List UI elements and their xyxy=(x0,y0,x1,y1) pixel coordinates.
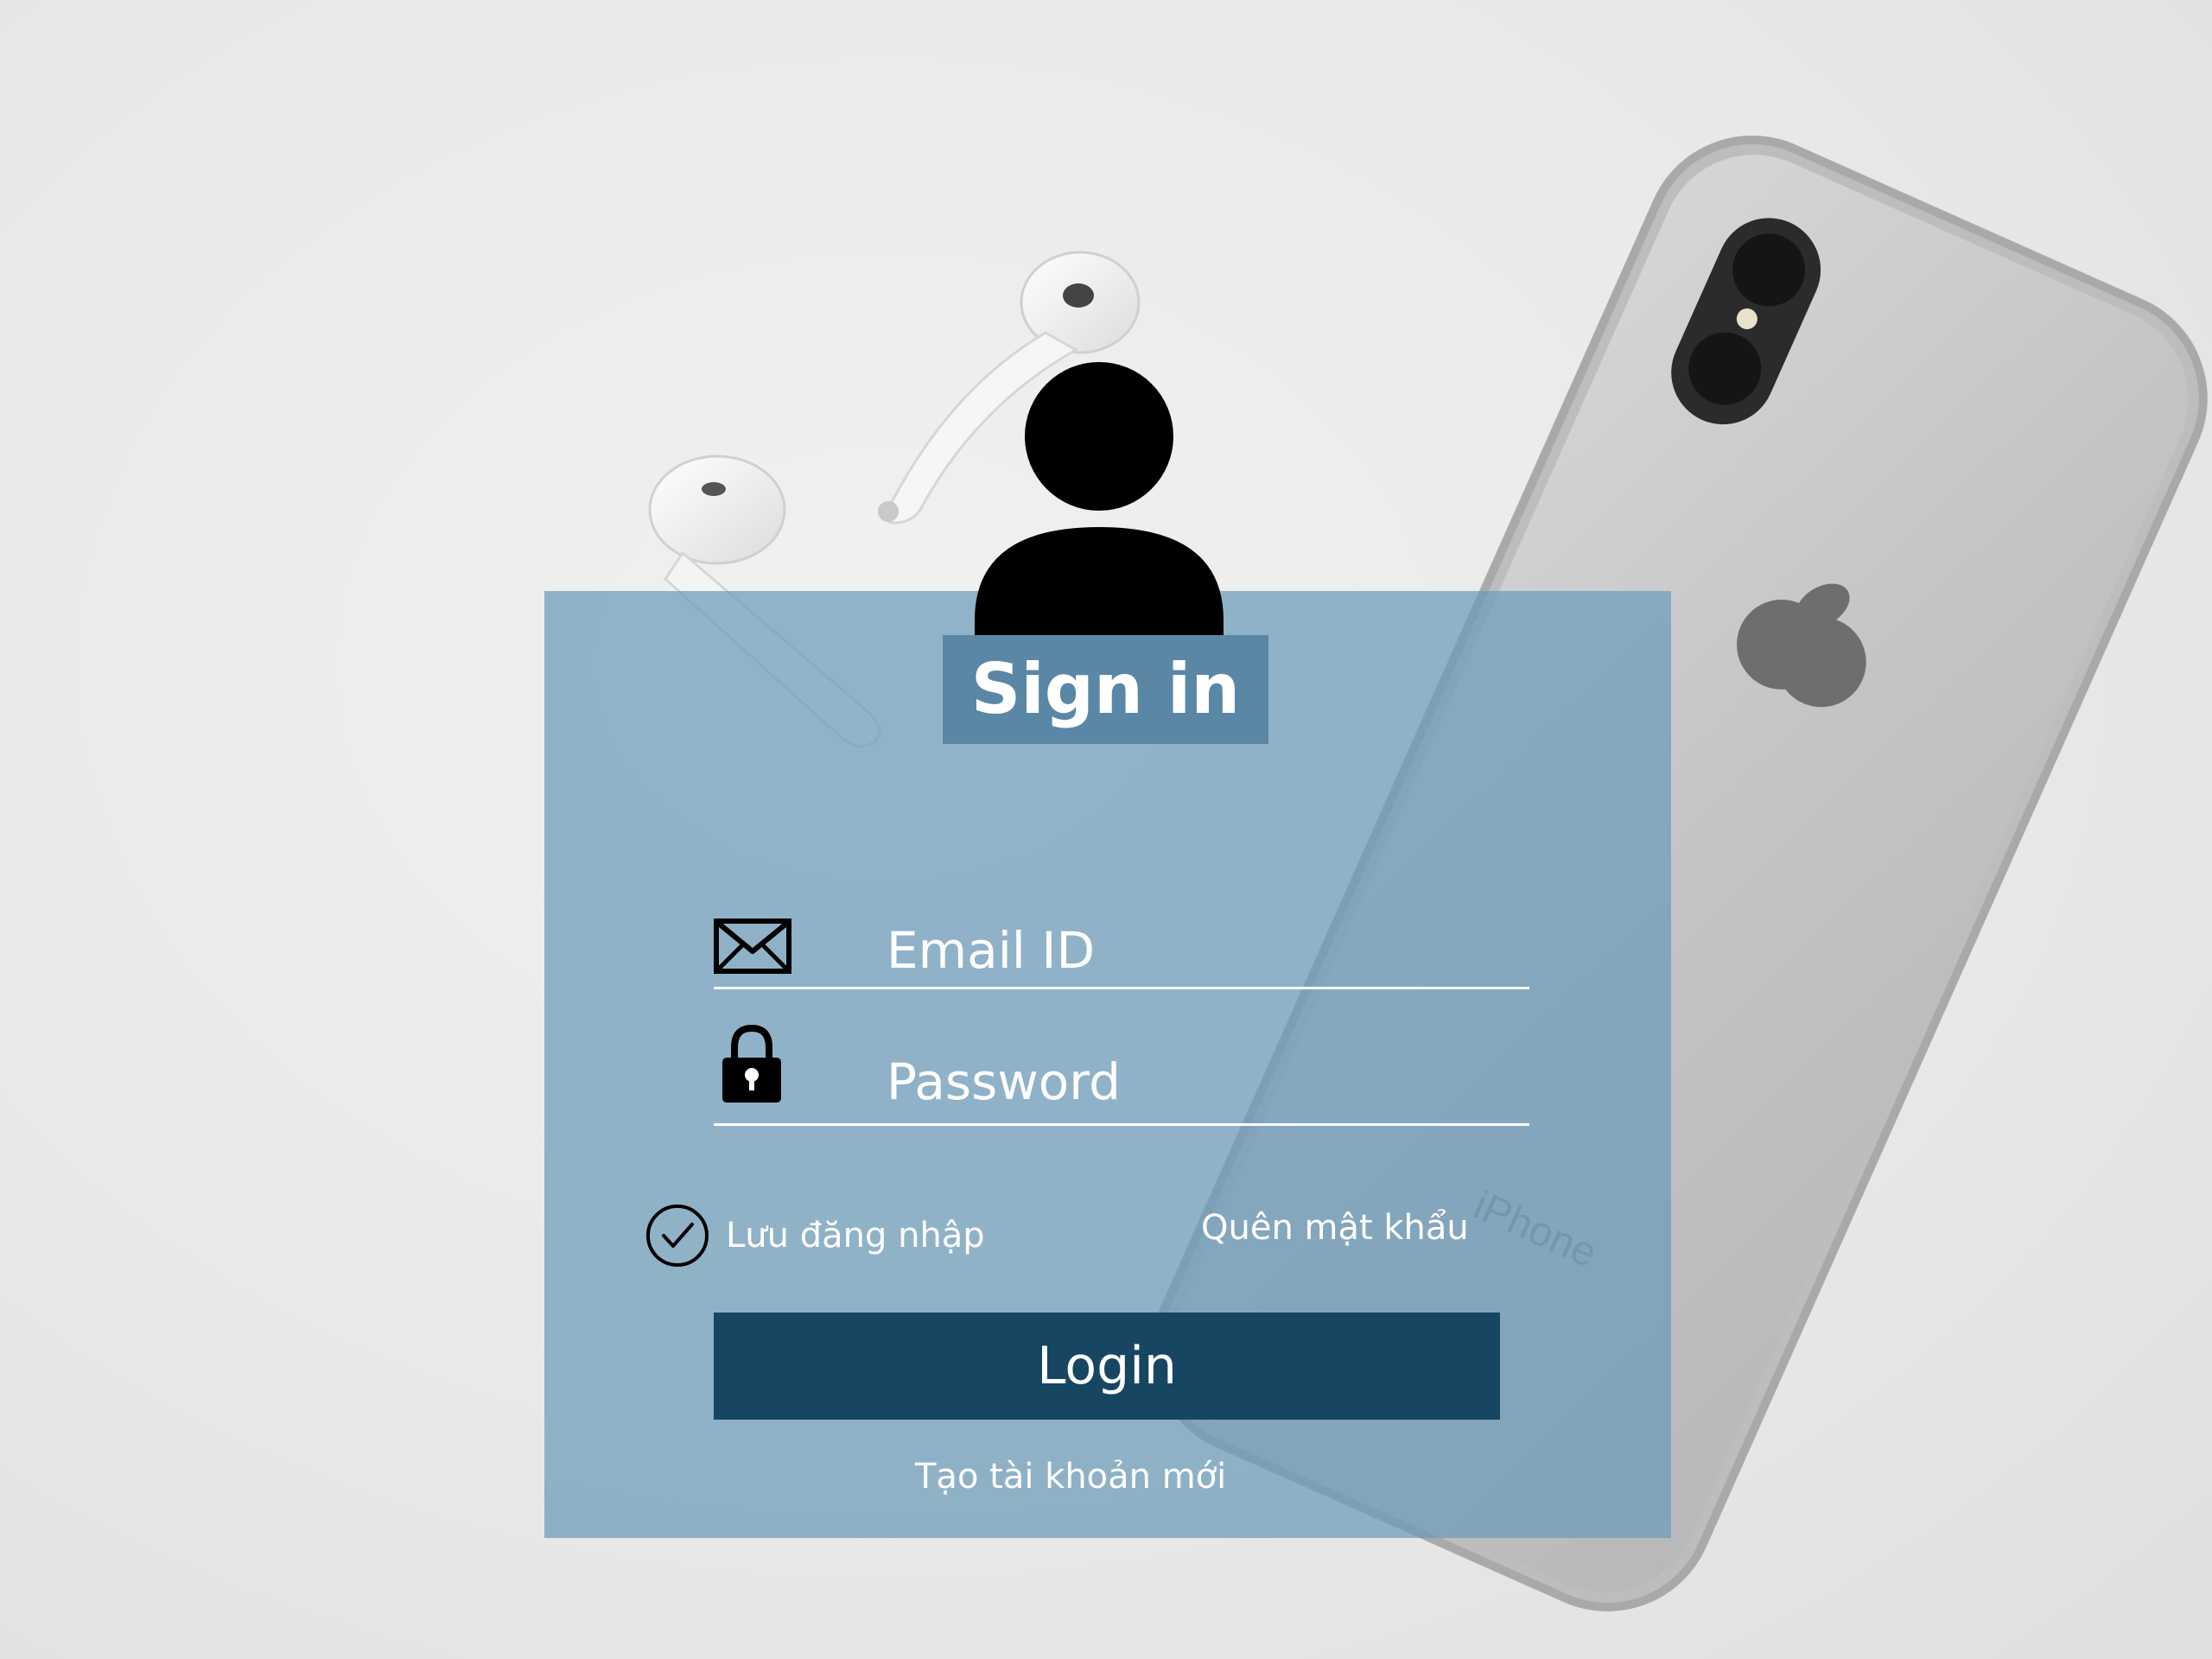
user-avatar-icon xyxy=(975,362,1224,646)
email-input[interactable] xyxy=(887,914,1526,987)
remember-login-checkbox[interactable]: Lưu đăng nhập xyxy=(645,1203,985,1268)
create-account-link[interactable]: Tạo tài khoản mới xyxy=(915,1457,1226,1497)
password-underline xyxy=(714,1123,1529,1126)
envelope-icon xyxy=(714,918,791,974)
sign-in-title-box: Sign in xyxy=(943,635,1268,744)
login-screen: iPhone Sign in xyxy=(0,0,2212,1659)
remember-login-label: Lưu đăng nhập xyxy=(726,1216,985,1255)
email-underline xyxy=(714,987,1529,989)
password-input[interactable] xyxy=(887,1046,1526,1118)
check-circle-icon xyxy=(646,1205,709,1267)
forgot-password-link[interactable]: Quên mật khẩu xyxy=(1201,1208,1469,1248)
page-title: Sign in xyxy=(970,649,1241,729)
lock-icon xyxy=(722,1025,781,1103)
login-button[interactable]: Login xyxy=(714,1313,1500,1420)
